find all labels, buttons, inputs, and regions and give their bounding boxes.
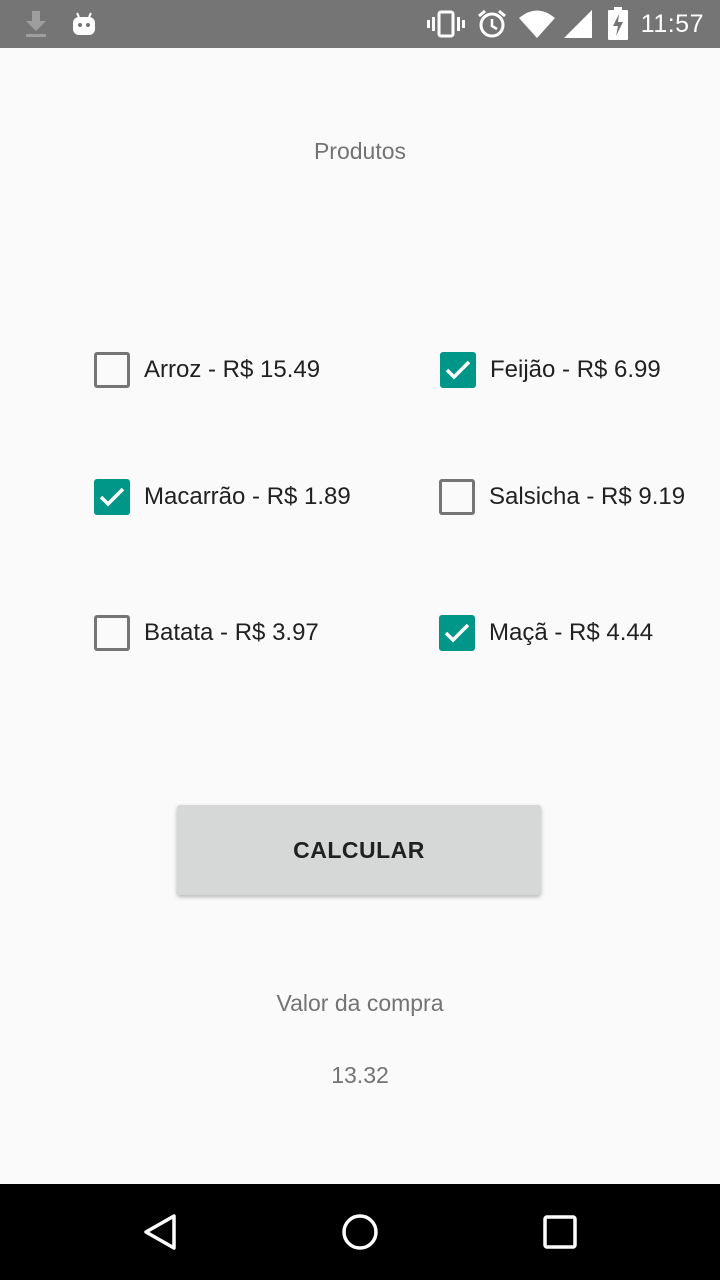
home-button[interactable]	[312, 1184, 408, 1280]
checkbox-batata[interactable]: Batata - R$ 3.97	[94, 608, 319, 658]
result-value: 13.32	[331, 1062, 389, 1088]
checkmark-icon	[445, 360, 471, 380]
checkbox-label: Macarrão - R$ 1.89	[144, 483, 351, 510]
vibrate-icon	[427, 0, 465, 48]
checkbox-box[interactable]	[440, 352, 476, 388]
checkbox-label: Batata - R$ 3.97	[144, 619, 319, 646]
wifi-icon	[518, 0, 556, 48]
checkbox-feijao[interactable]: Feijão - R$ 6.99	[440, 345, 661, 395]
navigation-bar	[0, 1184, 720, 1280]
download-icon	[22, 0, 50, 48]
checkbox-salsicha[interactable]: Salsicha - R$ 9.19	[439, 472, 685, 522]
status-time: 11:57	[640, 10, 704, 38]
signal-icon	[563, 0, 593, 48]
checkbox-box[interactable]	[439, 615, 475, 651]
checkbox-box[interactable]	[439, 479, 475, 515]
alarm-icon	[476, 0, 508, 48]
page-title: Produtos	[313, 138, 407, 164]
back-button[interactable]	[112, 1184, 208, 1280]
checkbox-box[interactable]	[94, 352, 130, 388]
checkbox-label: Arroz - R$ 15.49	[144, 356, 321, 383]
checkbox-label: Feijão - R$ 6.99	[490, 356, 661, 383]
recents-square-icon	[543, 1215, 577, 1249]
recents-button[interactable]	[512, 1184, 608, 1280]
android-icon	[70, 0, 98, 48]
status-bar: 11:57	[0, 0, 720, 48]
result-label: Valor da compra	[276, 990, 444, 1016]
checkbox-box[interactable]	[94, 479, 130, 515]
checkmark-icon	[99, 487, 125, 507]
battery-icon	[607, 0, 629, 48]
checkbox-maca[interactable]: Maçã - R$ 4.44	[439, 608, 653, 658]
home-circle-icon	[342, 1214, 378, 1250]
calculate-button[interactable]: CALCULAR	[177, 805, 541, 895]
back-triangle-icon	[144, 1214, 176, 1250]
checkbox-label: Maçã - R$ 4.44	[489, 619, 654, 646]
checkmark-icon	[444, 623, 470, 643]
checkbox-arroz[interactable]: Arroz - R$ 15.49	[94, 345, 320, 395]
checkbox-macarrao[interactable]: Macarrão - R$ 1.89	[94, 472, 351, 522]
checkbox-label: Salsicha - R$ 9.19	[489, 483, 686, 510]
checkbox-box[interactable]	[94, 615, 130, 651]
